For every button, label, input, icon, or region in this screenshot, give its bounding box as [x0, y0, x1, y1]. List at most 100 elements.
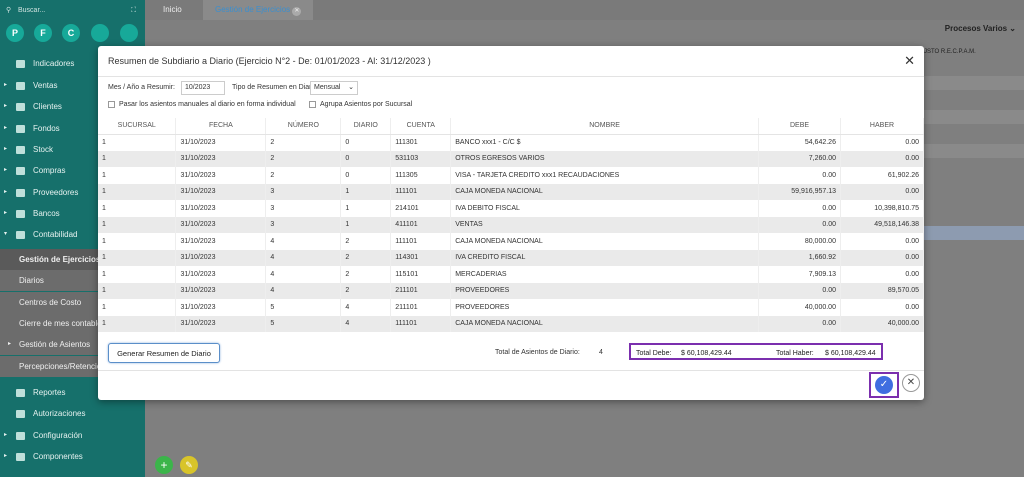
table-row[interactable]: 1 31/10/2023 3 1 411101 VENTAS 0.00 49,518,146.…: [98, 216, 925, 233]
cell-nombre: MERCADERIAS: [450, 266, 760, 283]
add-fab-button[interactable]: +: [155, 456, 173, 474]
cell-debe: 59,916,957.13: [758, 183, 841, 200]
users-icon: [16, 103, 25, 111]
bank-icon: [16, 210, 25, 218]
totals-box: Total Debe: $ 60,108,429.44 Total Haber:…: [629, 343, 883, 360]
table-row[interactable]: 1 31/10/2023 2 0 111305 VISA - TARJETA CREDIT…: [98, 167, 925, 184]
cell-sucursal: 1: [98, 249, 177, 266]
chk1-label: Pasar los asientos manuales al diario en…: [119, 101, 296, 108]
cell-numero: 5: [265, 315, 342, 332]
table-row[interactable]: 1 31/10/2023 5 4 211101 PROVEEDORES 40,000.00 0…: [98, 299, 925, 316]
cell-debe: 7,260.00: [758, 150, 841, 167]
cell-diario: 0: [340, 134, 392, 151]
cell-cuenta: 111101: [390, 183, 452, 200]
circle-4-button[interactable]: [91, 24, 109, 42]
circle-p-button[interactable]: P: [6, 24, 24, 42]
col-cuenta[interactable]: CUENTA: [390, 118, 452, 135]
cell-fecha: 31/10/2023: [175, 134, 267, 151]
close-tab-icon[interactable]: ✕: [292, 7, 302, 16]
cell-nombre: BANCO xxx1 - C/C $: [450, 134, 760, 151]
table-row[interactable]: 1 31/10/2023 2 0 111301 BANCO xxx1 - C/C $54,…: [98, 134, 925, 151]
cell-diario: 4: [340, 315, 392, 332]
cell-haber: 0.00: [840, 134, 925, 151]
col-fecha[interactable]: FECHA: [175, 118, 267, 135]
edit-fab-button[interactable]: ✎: [180, 456, 198, 474]
col-sucursal[interactable]: SUCURSAL: [98, 118, 177, 135]
sidebar-item-configuracion[interactable]: ▸ Configuración: [0, 425, 145, 446]
table-row[interactable]: 1 31/10/2023 5 4 111101 CAJA MONEDA NACIONAL 0…: [98, 315, 925, 332]
col-numero[interactable]: NÚMERO: [265, 118, 342, 135]
cell-nombre: VENTAS: [450, 216, 760, 233]
cell-numero: 4: [265, 233, 342, 250]
table-row[interactable]: 1 31/10/2023 4 2 111101 CAJA MONEDA NACIONAL 8…: [98, 233, 925, 250]
cell-numero: 3: [265, 216, 342, 233]
asientos-table: SUCURSAL FECHA NÚMERO DIARIO CUENTA NOMB…: [98, 118, 925, 332]
expand-icon[interactable]: ⛶: [131, 4, 136, 18]
table-row[interactable]: 1 31/10/2023 3 1 111101 CAJA MONEDA NACIONAL 5…: [98, 183, 925, 200]
col-nombre[interactable]: NOMBRE: [450, 118, 760, 135]
cell-cuenta: 111305: [390, 167, 452, 184]
cancel-button[interactable]: ✕: [902, 374, 920, 392]
circle-c-button[interactable]: C: [62, 24, 80, 42]
table-row[interactable]: 1 31/10/2023 4 2 114301 IVA CREDITO FISCAL 1,6…: [98, 249, 925, 266]
search-input[interactable]: ⚲ Buscar... ⛶: [6, 4, 140, 18]
cell-cuenta: 531103: [390, 150, 452, 167]
search-icon: ⚲: [6, 7, 12, 14]
circle-l-button[interactable]: [120, 24, 138, 42]
total-debe-label: Total Debe:: [636, 350, 672, 357]
cell-numero: 5: [265, 299, 342, 316]
cell-diario: 2: [340, 282, 392, 299]
table-row[interactable]: 1 31/10/2023 4 2 115101 MERCADERIAS 7,909.13 0.…: [98, 266, 925, 283]
cell-sucursal: 1: [98, 200, 177, 217]
cell-diario: 0: [340, 167, 392, 184]
table-row[interactable]: 1 31/10/2023 3 1 214101 IVA DEBITO FISCAL 0.00…: [98, 200, 925, 217]
close-icon: ✕: [906, 377, 916, 388]
modal-footer-divider: [98, 370, 924, 371]
cell-diario: 1: [340, 200, 392, 217]
cell-cuenta: 214101: [390, 200, 452, 217]
tag-icon: [16, 453, 25, 461]
cell-debe: 0.00: [758, 216, 841, 233]
mes-input[interactable]: 10/2023: [181, 81, 225, 95]
close-icon[interactable]: ✕: [904, 53, 915, 69]
cell-fecha: 31/10/2023: [175, 200, 267, 217]
col-debe[interactable]: DEBE: [758, 118, 841, 135]
cell-sucursal: 1: [98, 134, 177, 151]
cell-fecha: 31/10/2023: [175, 299, 267, 316]
circle-f-button[interactable]: F: [34, 24, 52, 42]
sidebar-item-componentes[interactable]: ▸ Componentes: [0, 446, 145, 467]
cell-cuenta: 411101: [390, 216, 452, 233]
tipo-select[interactable]: Mensual ⌄: [310, 81, 358, 95]
tab-inicio[interactable]: Inicio: [163, 0, 182, 20]
cell-numero: 4: [265, 282, 342, 299]
cell-debe: 7,909.13: [758, 266, 841, 283]
col-diario[interactable]: DIARIO: [340, 118, 392, 135]
cell-nombre: IVA CREDITO FISCAL: [450, 249, 760, 266]
cell-haber: 0.00: [840, 266, 925, 283]
col-haber[interactable]: HABER: [840, 118, 925, 135]
cell-debe: 54,642.26: [758, 134, 841, 151]
table-row[interactable]: 1 31/10/2023 4 2 211101 PROVEEDORES 0.00 89,570…: [98, 282, 925, 299]
chk-asientos-manuales[interactable]: [108, 101, 115, 108]
lock-icon: [16, 410, 25, 418]
tipo-label: Tipo de Resumen en Diario:: [232, 84, 319, 91]
confirm-button[interactable]: ✓: [875, 376, 893, 394]
chk-agrupa-sucursal[interactable]: [309, 101, 316, 108]
cell-diario: 2: [340, 266, 392, 283]
procesos-varios-menu[interactable]: Procesos Varios ⌄: [945, 24, 1016, 33]
cell-debe: 80,000.00: [758, 233, 841, 250]
book-icon: [16, 231, 25, 239]
cell-numero: 3: [265, 183, 342, 200]
generar-resumen-button[interactable]: Generar Resumen de Diario: [108, 343, 220, 363]
cell-fecha: 31/10/2023: [175, 282, 267, 299]
cell-cuenta: 115101: [390, 266, 452, 283]
cell-debe: 0.00: [758, 315, 841, 332]
report-icon: [16, 389, 25, 397]
table-row[interactable]: 1 31/10/2023 2 0 531103 OTROS EGRESOS VARIOS 7…: [98, 150, 925, 167]
tab-gestion-ejercicios[interactable]: Gestión de Ejercicios ✕: [203, 0, 314, 20]
quick-circles: P F C: [4, 24, 144, 44]
cell-nombre: CAJA MONEDA NACIONAL: [450, 315, 760, 332]
cell-sucursal: 1: [98, 315, 177, 332]
gear-icon: [16, 432, 25, 440]
sidebar-item-autorizaciones[interactable]: Autorizaciones: [0, 403, 145, 424]
